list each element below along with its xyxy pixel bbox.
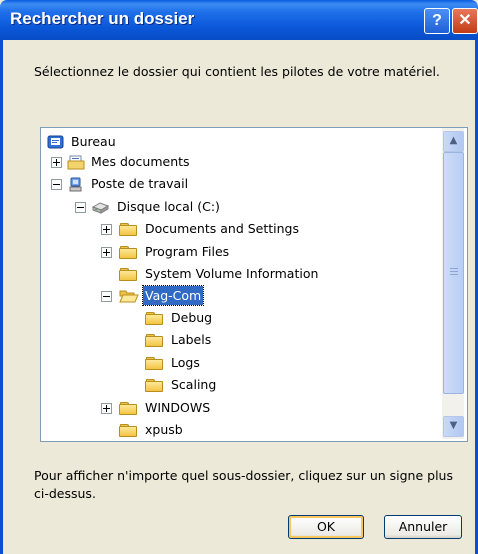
tree-item-label: Mes documents bbox=[91, 154, 190, 169]
folder-icon bbox=[145, 312, 163, 325]
tree-item-label: xpusb bbox=[145, 422, 183, 437]
collapse-minus-icon[interactable] bbox=[101, 291, 112, 302]
cancel-button[interactable]: Annuler bbox=[384, 515, 462, 539]
scroll-thumb[interactable] bbox=[443, 152, 464, 394]
tree-item-label: Scaling bbox=[171, 377, 217, 392]
arrow-up-icon: ▲ bbox=[449, 135, 458, 146]
tree-item-label-selected: Vag-Com bbox=[141, 285, 205, 306]
grip-line bbox=[450, 271, 458, 272]
folder-icon bbox=[119, 402, 137, 415]
hard-drive-icon bbox=[91, 202, 110, 214]
ok-button[interactable]: OK bbox=[288, 515, 364, 539]
folder-icon bbox=[145, 379, 163, 392]
tree-item-label: Debug bbox=[171, 310, 213, 325]
tree-item-label: Documents and Settings bbox=[145, 221, 300, 236]
tree-item-label: Bureau bbox=[71, 134, 116, 149]
folder-icon bbox=[119, 268, 137, 281]
scroll-up-button[interactable]: ▲ bbox=[443, 131, 464, 152]
expand-plus-icon[interactable] bbox=[101, 403, 112, 414]
folder-tree[interactable]: Bureau Mes documents Poste de travail Di… bbox=[40, 127, 468, 442]
tree-item-label: Poste de travail bbox=[91, 176, 189, 191]
folder-icon bbox=[119, 424, 137, 437]
tree-item-label: WINDOWS bbox=[145, 400, 211, 415]
desktop-icon bbox=[47, 135, 64, 149]
footer-hint-text: Pour afficher n'importe quel sous-dossie… bbox=[34, 468, 453, 501]
window-title: Rechercher un dossier bbox=[10, 9, 195, 28]
vertical-scrollbar[interactable]: ▲ ▼ bbox=[442, 128, 464, 439]
folder-open-icon bbox=[119, 290, 139, 303]
tree-item-label: Program Files bbox=[145, 244, 230, 259]
grip-line bbox=[450, 274, 458, 275]
grip-line bbox=[450, 268, 458, 269]
tree-item-label: Logs bbox=[171, 355, 200, 370]
collapse-minus-icon[interactable] bbox=[51, 179, 62, 190]
tree-item-label: Labels bbox=[171, 332, 212, 347]
window-border-left bbox=[0, 40, 3, 554]
arrow-down-icon: ▼ bbox=[449, 420, 458, 431]
folder-icon bbox=[119, 223, 137, 236]
expand-plus-icon[interactable] bbox=[101, 224, 112, 235]
close-button[interactable]: ✕ bbox=[452, 8, 478, 34]
folder-icon bbox=[145, 357, 163, 370]
tree-item-label: Disque local (C:) bbox=[117, 199, 220, 214]
help-icon: ? bbox=[432, 12, 442, 29]
my-computer-icon bbox=[69, 177, 82, 192]
expand-plus-icon[interactable] bbox=[51, 157, 62, 168]
folder-icon bbox=[119, 246, 137, 259]
browse-folder-dialog: Rechercher un dossier ? ✕ Sélectionnez l… bbox=[0, 0, 478, 554]
tree-item-label: System Volume Information bbox=[145, 266, 319, 281]
title-bar[interactable]: Rechercher un dossier ? ✕ bbox=[0, 0, 478, 40]
expand-plus-icon[interactable] bbox=[101, 247, 112, 258]
help-button[interactable]: ? bbox=[424, 8, 450, 34]
folder-icon bbox=[145, 334, 163, 347]
close-icon: ✕ bbox=[458, 12, 472, 29]
instruction-text: Sélectionnez le dossier qui contient les… bbox=[34, 64, 440, 79]
scroll-down-button[interactable]: ▼ bbox=[443, 416, 464, 437]
collapse-minus-icon[interactable] bbox=[75, 202, 86, 213]
my-documents-icon bbox=[67, 155, 85, 170]
